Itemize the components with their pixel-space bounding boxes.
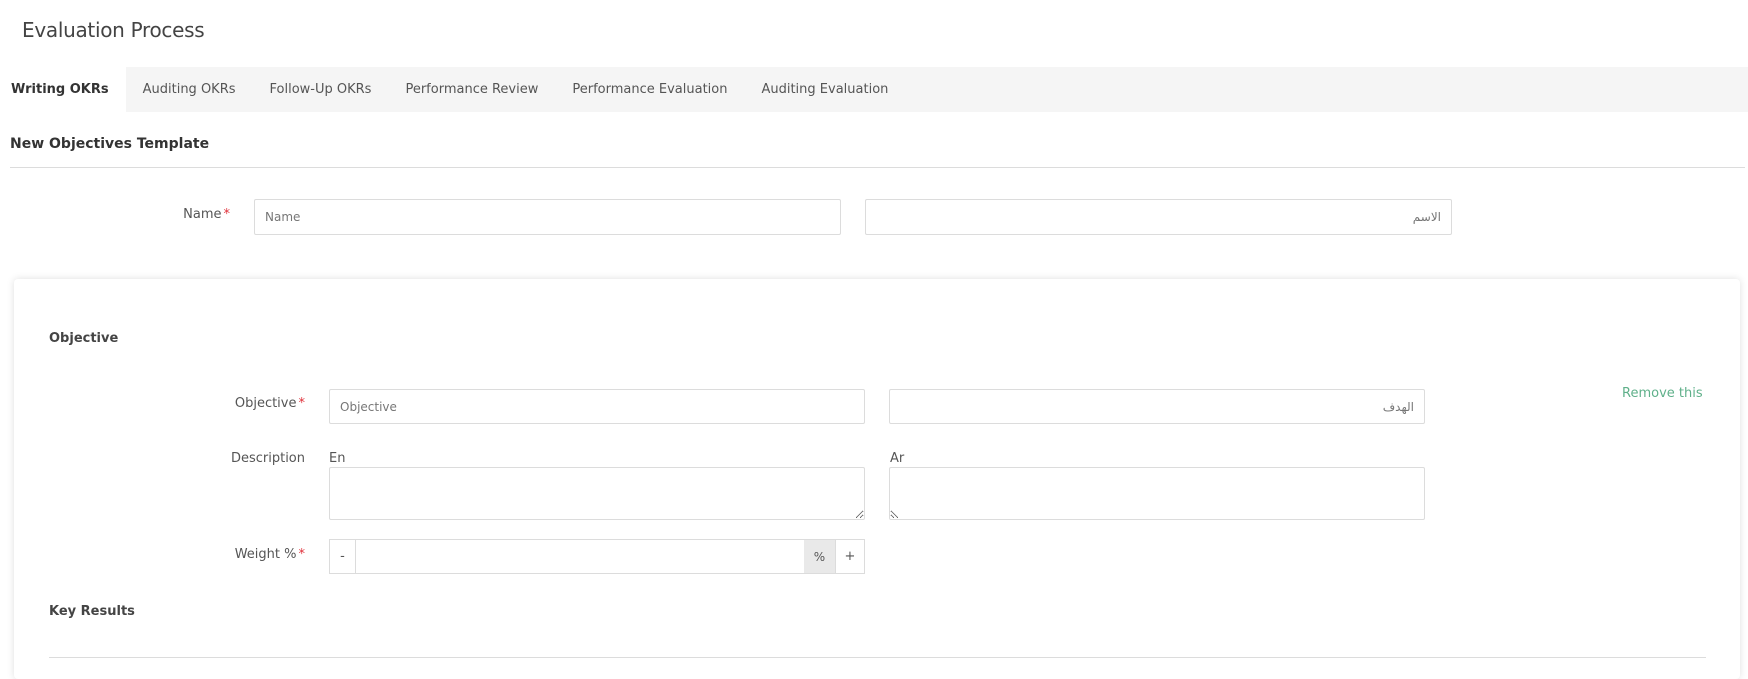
name-ar-input[interactable] bbox=[865, 199, 1452, 235]
description-en-label: En bbox=[329, 451, 346, 466]
objective-ar-input[interactable] bbox=[889, 389, 1425, 424]
key-results-title: Key Results bbox=[49, 604, 135, 619]
required-mark: * bbox=[298, 396, 306, 411]
tab-performance-review[interactable]: Performance Review bbox=[388, 67, 555, 112]
weight-label: Weight % * bbox=[205, 547, 305, 562]
key-results-divider bbox=[49, 657, 1706, 658]
name-label: Name * bbox=[160, 207, 230, 222]
required-mark: * bbox=[298, 547, 306, 562]
description-label: Description bbox=[230, 451, 305, 466]
page-title: Evaluation Process bbox=[22, 18, 205, 42]
tab-bar: Writing OKRs Auditing OKRs Follow-Up OKR… bbox=[0, 67, 1748, 112]
tab-writing-okrs[interactable]: Writing OKRs bbox=[0, 67, 126, 112]
weight-decrement-button[interactable]: - bbox=[330, 540, 356, 573]
tab-auditing-okrs[interactable]: Auditing OKRs bbox=[126, 67, 253, 112]
objective-card-title: Objective bbox=[49, 331, 119, 346]
weight-label-text: Weight % bbox=[234, 547, 297, 562]
description-en-textarea[interactable] bbox=[329, 467, 865, 520]
objective-en-input[interactable] bbox=[329, 389, 865, 424]
weight-stepper: - % + bbox=[329, 539, 865, 574]
name-en-input[interactable] bbox=[254, 199, 841, 235]
tab-performance-evaluation[interactable]: Performance Evaluation bbox=[555, 67, 744, 112]
weight-increment-button[interactable]: + bbox=[835, 540, 864, 573]
remove-objective-link[interactable]: Remove this bbox=[1622, 386, 1703, 401]
tab-follow-up-okrs[interactable]: Follow-Up OKRs bbox=[253, 67, 389, 112]
weight-unit: % bbox=[804, 540, 835, 573]
objective-card bbox=[14, 279, 1740, 679]
weight-input[interactable] bbox=[356, 540, 804, 573]
objective-label-text: Objective bbox=[234, 396, 297, 411]
required-mark: * bbox=[223, 207, 231, 222]
description-ar-label: Ar bbox=[890, 451, 905, 466]
description-ar-textarea[interactable] bbox=[889, 467, 1425, 520]
section-title: New Objectives Template bbox=[10, 136, 210, 152]
objective-label: Objective * bbox=[205, 396, 305, 411]
name-label-text: Name bbox=[183, 207, 222, 222]
tab-auditing-evaluation[interactable]: Auditing Evaluation bbox=[744, 67, 905, 112]
divider bbox=[10, 167, 1745, 168]
